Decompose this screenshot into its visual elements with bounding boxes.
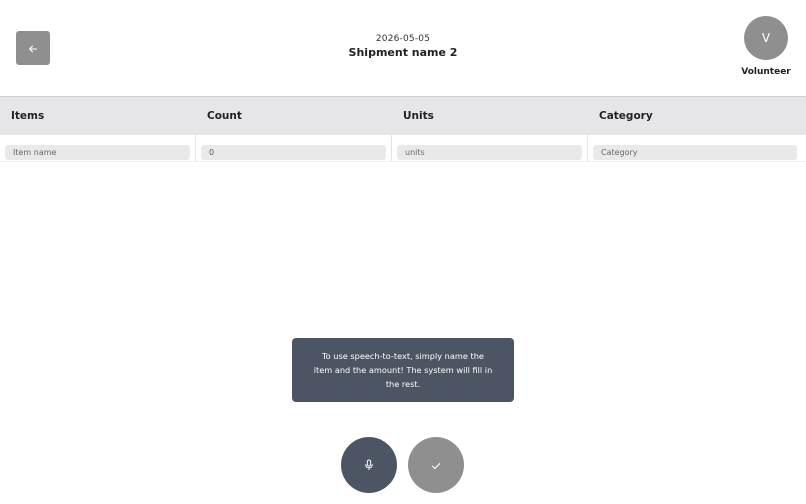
microphone-icon bbox=[364, 456, 374, 475]
item-name-input[interactable] bbox=[5, 145, 190, 160]
units-input[interactable] bbox=[397, 145, 582, 160]
tooltip-text: To use speech-to-text, simply name the i… bbox=[313, 351, 493, 389]
column-header-count: Count bbox=[207, 110, 242, 122]
category-input[interactable] bbox=[593, 145, 797, 160]
checkmark-icon bbox=[431, 456, 441, 475]
table-header: Items Count Units Category bbox=[0, 96, 806, 135]
user-profile: V Volunteer bbox=[741, 16, 791, 77]
count-input[interactable] bbox=[201, 145, 386, 160]
speech-to-text-tooltip: To use speech-to-text, simply name the i… bbox=[292, 338, 514, 402]
items-table: Items Count Units Category bbox=[0, 96, 806, 162]
user-name: Volunteer bbox=[741, 67, 791, 77]
category-cell bbox=[588, 135, 806, 161]
units-cell bbox=[392, 135, 588, 161]
header: 2026-05-05 Shipment name 2 bbox=[0, 34, 806, 59]
microphone-button[interactable] bbox=[341, 437, 397, 493]
confirm-button[interactable] bbox=[408, 437, 464, 493]
column-header-category: Category bbox=[599, 110, 653, 122]
page-title: Shipment name 2 bbox=[348, 46, 458, 59]
shipment-date: 2026-05-05 bbox=[375, 34, 431, 44]
count-cell bbox=[196, 135, 392, 161]
column-header-items: Items bbox=[11, 110, 45, 122]
table-row bbox=[0, 135, 806, 162]
column-header-units: Units bbox=[403, 110, 434, 122]
item-cell bbox=[0, 135, 196, 161]
avatar[interactable]: V bbox=[744, 16, 788, 60]
